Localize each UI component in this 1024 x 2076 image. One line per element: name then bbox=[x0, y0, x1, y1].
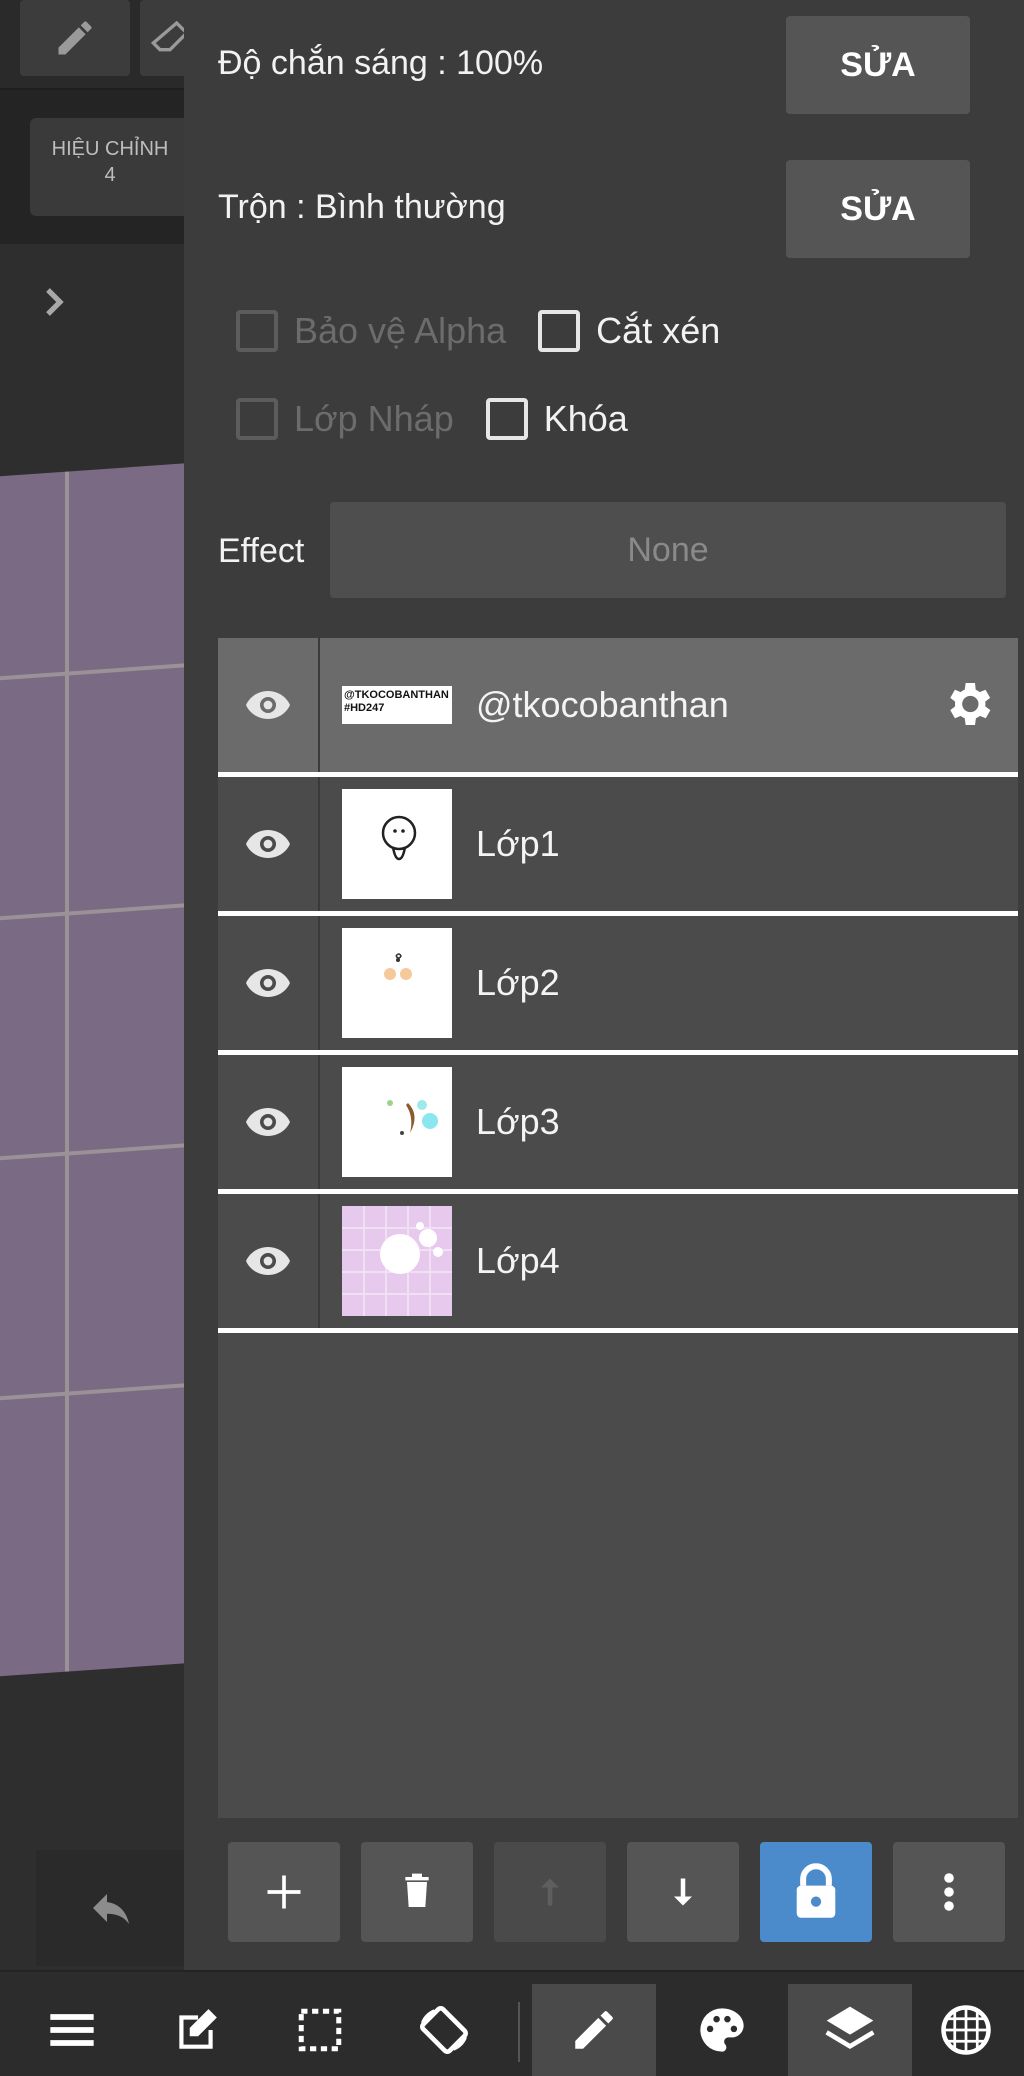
lock-layer-button[interactable] bbox=[760, 1842, 872, 1942]
layer-list: @TKOCOBANTHAN #HD247 @tkocobanthan Lớp1 … bbox=[218, 638, 1018, 1818]
effect-button[interactable]: None bbox=[330, 502, 1006, 598]
expand-panel-button[interactable] bbox=[36, 280, 72, 328]
layer-name: Lớp3 bbox=[476, 1101, 560, 1142]
visibility-toggle[interactable] bbox=[218, 777, 320, 911]
blush-sketch-icon bbox=[384, 953, 412, 980]
thumbnail-text-line: #HD247 bbox=[344, 702, 385, 714]
lock-checkbox[interactable] bbox=[485, 398, 528, 440]
canvas-area[interactable] bbox=[0, 0, 184, 1970]
eye-icon bbox=[246, 830, 290, 858]
protect-alpha-checkbox[interactable] bbox=[236, 310, 278, 352]
grid-line bbox=[0, 900, 184, 924]
visibility-toggle[interactable] bbox=[218, 916, 320, 1050]
selection-icon bbox=[298, 2008, 342, 2052]
layer-name: Lớp1 bbox=[476, 823, 560, 864]
material-button[interactable] bbox=[916, 1984, 1016, 2076]
chevron-right-icon bbox=[46, 288, 64, 316]
eye-icon bbox=[246, 969, 290, 997]
delete-layer-button[interactable] bbox=[361, 1842, 473, 1942]
eye-icon bbox=[246, 1108, 290, 1136]
selection-button[interactable] bbox=[258, 1984, 382, 2076]
globe-grid-icon bbox=[941, 2005, 991, 2055]
layer-thumbnail bbox=[342, 928, 452, 1038]
draft-layer-checkbox[interactable] bbox=[236, 398, 278, 440]
rotate-canvas-button[interactable] bbox=[382, 1984, 506, 2076]
brush-tab[interactable] bbox=[532, 1984, 656, 2076]
visibility-toggle[interactable] bbox=[218, 1055, 320, 1189]
edit-button[interactable] bbox=[134, 1984, 258, 2076]
layer-row[interactable]: @TKOCOBANTHAN #HD247 @tkocobanthan bbox=[218, 638, 1018, 777]
layer-row[interactable]: Lớp2 bbox=[218, 916, 1018, 1055]
pen-tool-button[interactable] bbox=[20, 0, 130, 76]
layer-row[interactable]: Lớp3 bbox=[218, 1055, 1018, 1194]
grid-line bbox=[0, 660, 184, 684]
character-sketch-icon bbox=[381, 815, 417, 861]
lock-icon bbox=[796, 1863, 836, 1918]
pencil-icon bbox=[58, 21, 92, 55]
color-palette-tab[interactable] bbox=[660, 1984, 784, 2076]
move-layer-down-button[interactable] bbox=[627, 1842, 739, 1942]
nav-divider bbox=[518, 2002, 520, 2062]
add-layer-button[interactable] bbox=[228, 1842, 340, 1942]
arrow-up-icon bbox=[541, 1878, 559, 1906]
effect-label: Effect bbox=[218, 532, 305, 570]
palette-icon bbox=[700, 2008, 744, 2052]
hamburger-menu-icon bbox=[50, 2014, 94, 2046]
grid-line bbox=[0, 1380, 184, 1404]
opacity-label: Độ chắn sáng : 100% bbox=[218, 44, 544, 82]
top-tool-strip bbox=[0, 0, 200, 90]
thumbnail-text: @TKOCOBANTHAN #HD247 bbox=[342, 686, 452, 718]
layers-icon bbox=[825, 2006, 875, 2050]
layer-name: Lớp4 bbox=[476, 1240, 560, 1281]
adjust-count: 4 bbox=[104, 164, 116, 186]
layer-name: Lớp2 bbox=[476, 962, 560, 1003]
trash-icon bbox=[405, 1873, 429, 1907]
plus-icon bbox=[267, 1875, 301, 1909]
layer-row[interactable]: Lớp1 bbox=[218, 777, 1018, 916]
layers-tab[interactable] bbox=[788, 1984, 912, 2076]
artboard[interactable] bbox=[0, 460, 184, 1680]
adjust-label: HIỆU CHỈNH bbox=[51, 138, 169, 160]
adjust-button[interactable]: HIỆU CHỈNH 4 bbox=[30, 118, 190, 216]
layer-thumbnail bbox=[342, 1206, 452, 1316]
layer-row[interactable]: Lớp4 bbox=[218, 1194, 1018, 1333]
visibility-toggle[interactable] bbox=[218, 638, 320, 772]
layer-toolbar bbox=[218, 1840, 1018, 1950]
more-vertical-icon bbox=[944, 1873, 954, 1911]
bottom-navigation bbox=[0, 1970, 1024, 2076]
layer-thumbnail: @TKOCOBANTHAN #HD247 bbox=[342, 686, 452, 724]
eye-icon bbox=[246, 1247, 290, 1275]
menu-button[interactable] bbox=[10, 1984, 134, 2076]
move-layer-up-button[interactable] bbox=[494, 1842, 606, 1942]
more-options-button[interactable] bbox=[893, 1842, 1005, 1942]
clipping-checkbox[interactable] bbox=[538, 310, 581, 352]
grid-line bbox=[0, 1140, 184, 1164]
visibility-toggle[interactable] bbox=[218, 1194, 320, 1328]
clipping-label: Cắt xén bbox=[596, 310, 721, 351]
layer-settings-button[interactable] bbox=[940, 676, 996, 736]
grid-line bbox=[65, 471, 69, 1672]
draft-layer-label: Lớp Nháp bbox=[294, 398, 454, 439]
layer-thumbnail bbox=[342, 1067, 452, 1177]
gear-icon bbox=[950, 683, 991, 725]
screen-rotation-icon bbox=[420, 2006, 468, 2054]
layer-thumbnail bbox=[342, 789, 452, 899]
undo-icon bbox=[93, 1894, 129, 1924]
arrow-down-icon bbox=[674, 1878, 692, 1906]
eye-icon bbox=[246, 691, 290, 719]
lock-label: Khóa bbox=[543, 398, 628, 439]
protect-alpha-label: Bảo vệ Alpha bbox=[294, 310, 507, 351]
pencil-icon bbox=[575, 2011, 613, 2049]
blend-edit-button[interactable]: SỬA bbox=[786, 160, 970, 258]
color-sketch-icon bbox=[387, 1100, 438, 1135]
thumbnail-text-line: @TKOCOBANTHAN bbox=[344, 689, 449, 701]
layer-name: @tkocobanthan bbox=[476, 684, 729, 725]
edit-note-icon bbox=[179, 2009, 217, 2049]
background-art-icon bbox=[342, 1206, 452, 1316]
undo-button[interactable] bbox=[36, 1850, 186, 1966]
opacity-edit-button[interactable]: SỬA bbox=[786, 16, 970, 114]
blend-mode-label: Trộn : Bình thường bbox=[218, 188, 506, 226]
